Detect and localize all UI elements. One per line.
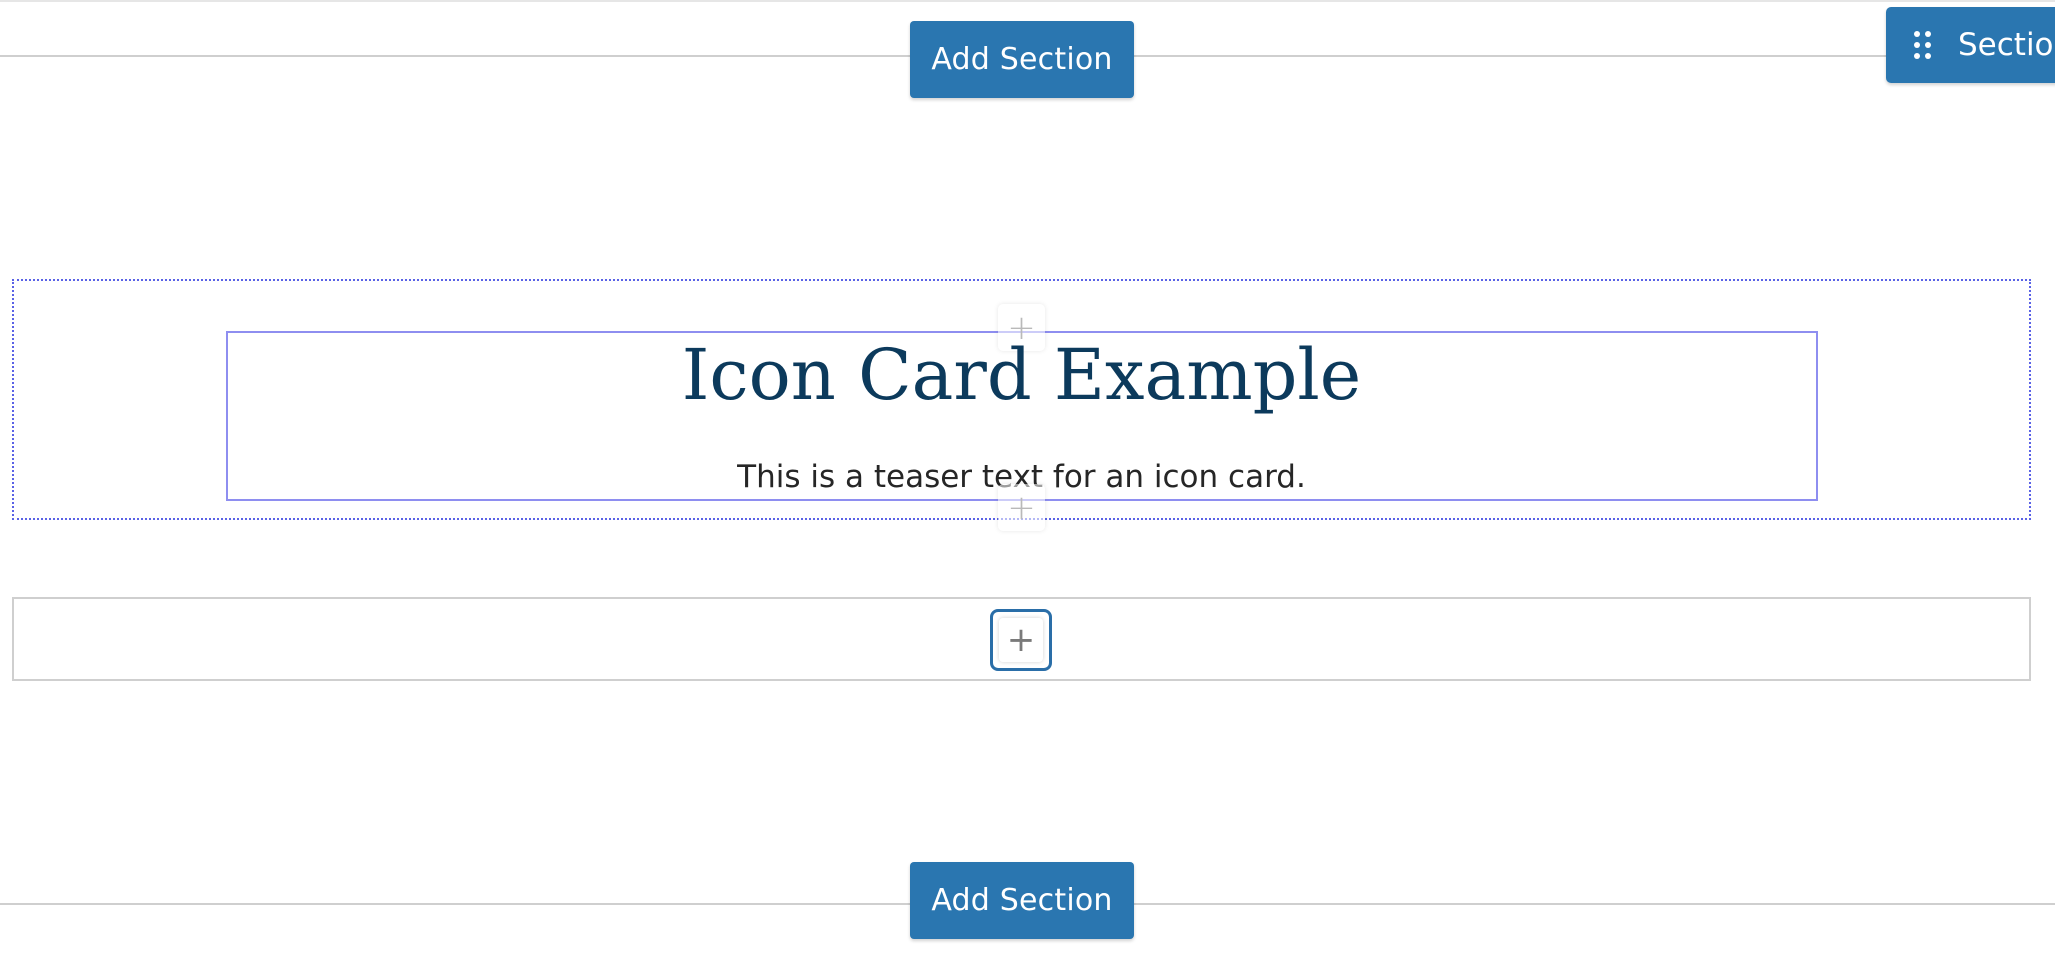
add-section-button-top[interactable]: Add Section bbox=[910, 21, 1134, 98]
card-title: Icon Card Example bbox=[681, 334, 1362, 416]
plus-icon: + bbox=[1007, 487, 1036, 528]
add-block-button[interactable]: + bbox=[990, 609, 1052, 671]
layout-builder-canvas: Add Section Section + Icon Card Example … bbox=[0, 0, 2055, 963]
plus-icon: + bbox=[999, 618, 1043, 662]
add-block-below-button[interactable]: + bbox=[998, 484, 1045, 531]
section-configure-tab[interactable]: Section bbox=[1886, 7, 2055, 83]
add-section-button-bottom[interactable]: Add Section bbox=[910, 862, 1134, 939]
top-shadow bbox=[0, 0, 2055, 2]
section-tab-label: Section bbox=[1958, 27, 2055, 63]
drag-handle-icon[interactable] bbox=[1914, 31, 1932, 59]
